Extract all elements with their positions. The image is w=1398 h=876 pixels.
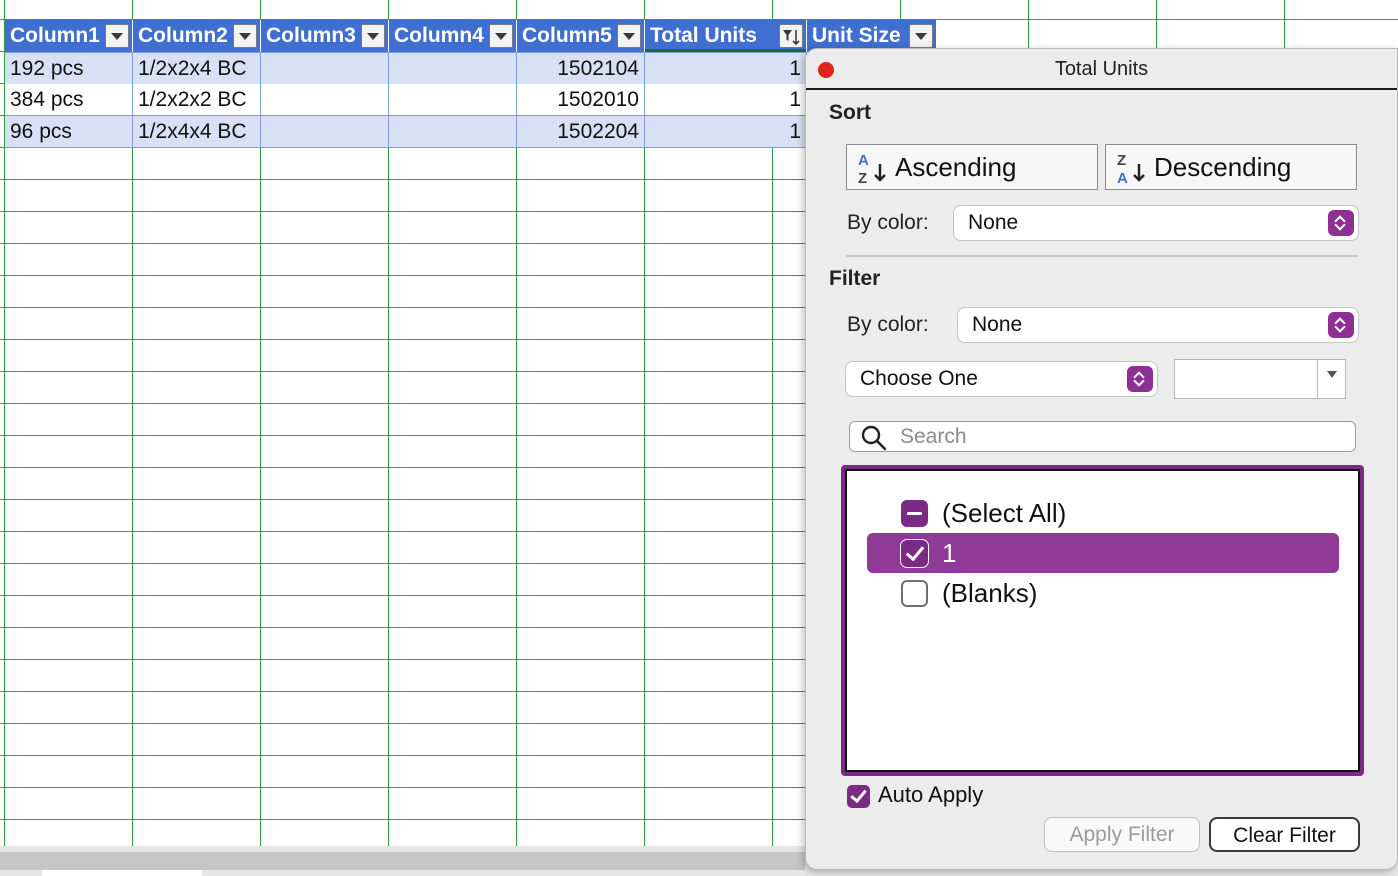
- table-row: 384 pcs 1/2x2x2 BC 1502010 1: [5, 84, 807, 116]
- filter-dropdown-button[interactable]: [233, 24, 257, 48]
- header-label: Total Units: [650, 24, 757, 47]
- list-item-label: (Select All): [942, 498, 1067, 528]
- list-item-label: 1: [942, 538, 957, 568]
- header-column2[interactable]: Column2: [133, 20, 261, 52]
- header-label: Column4: [394, 24, 484, 47]
- cell-total-units[interactable]: 1: [645, 53, 807, 84]
- apply-filter-button[interactable]: Apply Filter: [1044, 817, 1200, 852]
- stepper-icon: [1127, 366, 1153, 392]
- sort-ascending-label: Ascending: [895, 152, 1017, 182]
- filter-by-color-value: None: [972, 313, 1023, 336]
- cell-column2[interactable]: 1/2x2x2 BC: [133, 84, 261, 115]
- sort-by-color-value: None: [968, 211, 1019, 234]
- search-icon: [861, 425, 887, 451]
- filter-popover: Total Units Sort A Z Ascending Z A Desce…: [805, 48, 1398, 870]
- header-label: Column1: [10, 24, 100, 47]
- sort-descending-button[interactable]: Z A Descending: [1105, 144, 1357, 190]
- header-label: Column5: [522, 24, 612, 47]
- table-row: 192 pcs 1/2x2x4 BC 1502104 1: [5, 52, 807, 84]
- filter-condition-value: Choose One: [860, 367, 978, 390]
- sort-by-color-label: By color:: [847, 211, 929, 234]
- filter-values-list[interactable]: (Select All) 1 (Blanks): [841, 465, 1364, 776]
- cell-total-units[interactable]: 1: [645, 116, 807, 147]
- checkbox-mixed[interactable]: [901, 500, 928, 527]
- sort-by-color-select[interactable]: None: [954, 206, 1358, 240]
- svg-text:Z: Z: [858, 170, 867, 186]
- list-item-blanks[interactable]: (Blanks): [867, 573, 1339, 613]
- sort-section-label: Sort: [829, 101, 871, 124]
- header-label: Column3: [266, 24, 356, 47]
- stepper-icon: [1328, 312, 1354, 338]
- list-item-label: (Blanks): [942, 578, 1038, 608]
- table-header-row: Column1 Column2 Column3 Column4 Column5 …: [5, 20, 937, 52]
- header-column3[interactable]: Column3: [261, 20, 389, 52]
- filter-condition-select[interactable]: Choose One: [846, 362, 1157, 396]
- cell-column2[interactable]: 1/2x4x4 BC: [133, 116, 261, 147]
- filter-by-color-select[interactable]: None: [958, 308, 1358, 342]
- header-column5[interactable]: Column5: [517, 20, 645, 52]
- list-item-select-all[interactable]: (Select All): [867, 493, 1339, 533]
- list-item-value-1[interactable]: 1: [867, 533, 1339, 573]
- cell-column4[interactable]: [389, 116, 517, 147]
- search-field[interactable]: [849, 421, 1356, 452]
- checkbox-checked[interactable]: [901, 540, 928, 567]
- cell-column5[interactable]: 1502204: [517, 116, 645, 147]
- cell-column3[interactable]: [261, 116, 389, 147]
- cell-column4[interactable]: [389, 84, 517, 115]
- sheet-tab[interactable]: [42, 870, 202, 876]
- popover-title-bar: Total Units: [806, 49, 1397, 90]
- header-column4[interactable]: Column4: [389, 20, 517, 52]
- search-input[interactable]: [900, 424, 1340, 449]
- filter-dropdown-button[interactable]: [105, 24, 129, 48]
- sort-ascending-icon: A Z: [858, 152, 886, 186]
- filter-by-color-label: By color:: [847, 313, 929, 336]
- cell-column5[interactable]: 1502010: [517, 84, 645, 115]
- cell-total-units[interactable]: 1: [645, 84, 807, 115]
- filter-value-combobox[interactable]: [1174, 359, 1346, 399]
- cell-column3[interactable]: [261, 84, 389, 115]
- scrollbar-thumb[interactable]: [0, 852, 805, 870]
- stepper-icon: [1328, 210, 1354, 236]
- cell-column1[interactable]: 384 pcs: [5, 84, 133, 115]
- header-total-units[interactable]: Total Units: [645, 20, 807, 52]
- section-divider: [846, 255, 1358, 257]
- cell-column4[interactable]: [389, 53, 517, 84]
- sort-descending-label: Descending: [1154, 152, 1292, 182]
- filter-dropdown-button[interactable]: [489, 24, 513, 48]
- cell-column5[interactable]: 1502104: [517, 53, 645, 84]
- cell-column3[interactable]: [261, 53, 389, 84]
- cell-column1[interactable]: 96 pcs: [5, 116, 133, 147]
- filter-active-icon[interactable]: [779, 24, 803, 48]
- chevron-down-icon[interactable]: [1317, 360, 1345, 398]
- header-column1[interactable]: Column1: [5, 20, 133, 52]
- sort-ascending-button[interactable]: A Z Ascending: [846, 144, 1098, 190]
- svg-text:Z: Z: [1117, 152, 1126, 169]
- popover-title: Total Units: [1054, 58, 1149, 80]
- cell-column2[interactable]: 1/2x2x4 BC: [133, 53, 261, 84]
- auto-apply-label[interactable]: Auto Apply: [878, 782, 983, 808]
- header-label: Unit Size: [812, 24, 901, 47]
- checkbox-unchecked[interactable]: [901, 580, 928, 607]
- sort-descending-icon: Z A: [1117, 152, 1145, 186]
- cell-column1[interactable]: 192 pcs: [5, 53, 133, 84]
- clear-filter-button[interactable]: Clear Filter: [1209, 817, 1360, 852]
- table-row: 96 pcs 1/2x4x4 BC 1502204 1: [5, 116, 807, 148]
- svg-text:A: A: [858, 152, 869, 169]
- svg-text:A: A: [1117, 170, 1128, 186]
- filter-dropdown-button[interactable]: [361, 24, 385, 48]
- filter-section-label: Filter: [829, 267, 881, 290]
- filter-dropdown-button[interactable]: [909, 24, 933, 48]
- header-label: Column2: [138, 24, 228, 47]
- filter-dropdown-button[interactable]: [617, 24, 641, 48]
- auto-apply-checkbox[interactable]: [847, 785, 870, 808]
